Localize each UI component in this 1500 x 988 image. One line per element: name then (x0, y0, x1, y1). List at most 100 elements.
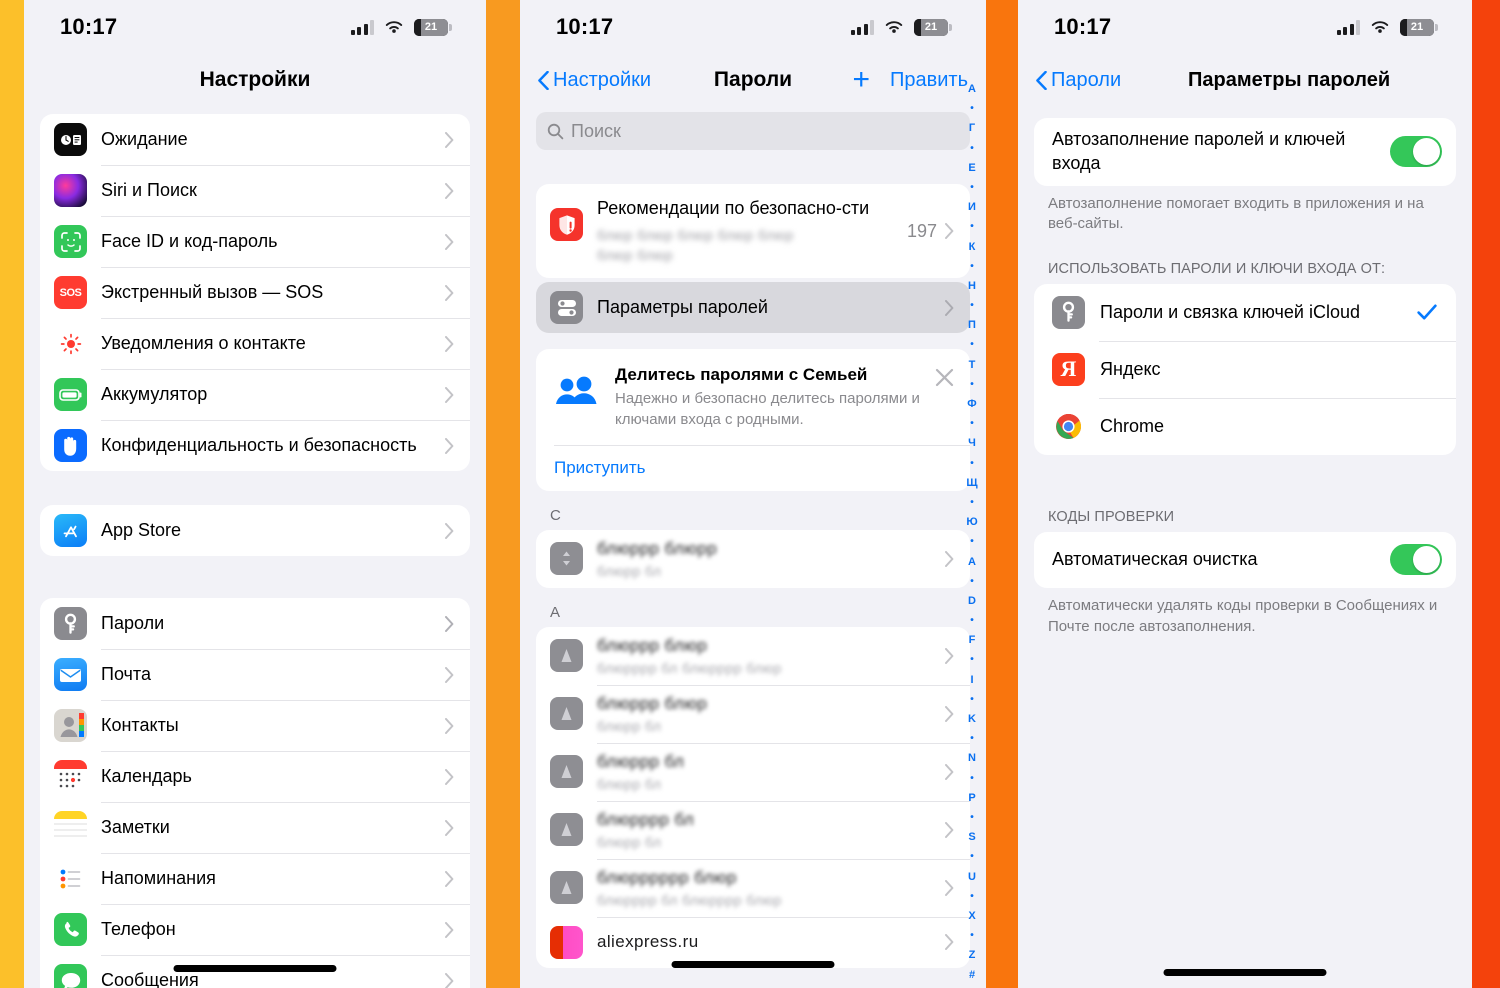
sidebar-item-reminders[interactable]: Напоминания (40, 853, 470, 904)
home-indicator[interactable] (1163, 969, 1327, 976)
index-dot[interactable]: • (970, 301, 974, 311)
passwords-key-icon (1052, 295, 1085, 329)
search-input[interactable]: Поиск (536, 112, 970, 150)
index-letter[interactable]: Ч (968, 438, 976, 449)
index-letter-hash[interactable]: # (969, 970, 975, 981)
index-letter[interactable]: К (969, 241, 976, 253)
list-item[interactable]: блюррр бл блюрр бл (536, 742, 970, 801)
security-recommendations-row[interactable]: Рекомендации по безопасно-сти блюр блюр … (536, 184, 970, 278)
index-letter[interactable]: Е (968, 162, 975, 174)
index-letter[interactable]: Z (969, 950, 976, 961)
back-button-settings[interactable]: Настройки (538, 69, 651, 92)
home-indicator[interactable] (173, 965, 337, 972)
autofill-switch[interactable] (1390, 136, 1442, 168)
index-dot[interactable]: • (970, 734, 974, 744)
index-dot[interactable]: • (970, 537, 974, 547)
index-letter[interactable]: P (968, 792, 975, 804)
index-dot[interactable]: • (970, 655, 974, 665)
sidebar-item-battery[interactable]: Аккумулятор (40, 369, 470, 420)
sidebar-item-app-store[interactable]: App Store (40, 505, 470, 556)
index-letter[interactable]: F (969, 635, 976, 646)
sidebar-item-contacts[interactable]: Контакты (40, 700, 470, 751)
index-dot[interactable]: • (970, 931, 974, 941)
index-dot[interactable]: • (970, 182, 974, 193)
passwords-scroll-body[interactable]: Поиск Рекомендации по безопасно-сти блюр… (520, 106, 986, 988)
index-letter[interactable]: А (968, 556, 976, 568)
sidebar-item-notes[interactable]: Заметки (40, 802, 470, 853)
index-dot[interactable]: • (970, 143, 974, 154)
sidebar-item-standby[interactable]: Ожидание (40, 114, 470, 165)
index-dot[interactable]: • (970, 773, 974, 784)
sidebar-item-label: Почта (101, 664, 151, 684)
edit-button[interactable]: Править (890, 69, 968, 92)
index-dot[interactable]: • (970, 891, 974, 902)
list-item[interactable]: блюррр блюр блюрр бл (536, 684, 970, 743)
index-letter[interactable]: Ф (967, 399, 976, 410)
index-dot[interactable]: • (970, 576, 974, 587)
nav-bar-settings: Настройки (24, 54, 486, 106)
sidebar-item-phone[interactable]: Телефон (40, 904, 470, 955)
index-dot[interactable]: • (970, 458, 974, 469)
sidebar-item-faceid[interactable]: Face ID и код-пароль (40, 216, 470, 267)
index-dot[interactable]: • (970, 497, 974, 508)
index-letter[interactable]: U (968, 871, 976, 883)
index-dot[interactable]: • (970, 261, 974, 272)
index-letter[interactable]: S (968, 832, 975, 843)
add-password-button[interactable]: + (852, 65, 870, 95)
sidebar-item-sos[interactable]: SOS Экстренный вызов — SOS (40, 267, 470, 318)
status-time: 10:17 (556, 14, 614, 39)
settings-scroll-body[interactable]: Ожидание Siri и Поиск Face ID и код-паро… (24, 106, 486, 988)
index-letter[interactable]: X (968, 910, 975, 922)
index-letter[interactable]: Щ (966, 477, 977, 489)
sidebar-item-passwords[interactable]: Пароли (40, 598, 470, 649)
index-dot[interactable]: • (970, 852, 974, 862)
alphabet-index-bar[interactable]: А • Г • Е • И • К • Н • П • Т • Ф • Ч • … (963, 84, 981, 982)
index-letter[interactable]: И (968, 202, 976, 213)
index-letter[interactable]: Н (968, 280, 976, 292)
index-letter[interactable]: I (970, 674, 973, 686)
autofill-toggle-row[interactable]: Автозаполнение паролей и ключей входа (1034, 118, 1456, 186)
index-dot[interactable]: • (970, 419, 974, 429)
list-item[interactable]: блюрррррр блюр блюрррр бл блюрррр блюр (536, 858, 970, 917)
index-letter[interactable]: А (968, 84, 976, 95)
sidebar-item-calendar[interactable]: Календарь (40, 751, 470, 802)
sidebar-item-siri[interactable]: Siri и Поиск (40, 165, 470, 216)
password-options-scroll-body[interactable]: Автозаполнение паролей и ключей входа Ав… (1018, 106, 1472, 988)
index-letter[interactable]: Т (969, 359, 976, 371)
get-started-button[interactable]: Приступить (536, 446, 970, 491)
list-item[interactable]: aliexpress.ru (536, 916, 970, 968)
home-indicator[interactable] (671, 961, 835, 968)
index-dot[interactable]: • (970, 340, 974, 350)
list-item[interactable]: блюрррр бл блюрр бл (536, 800, 970, 859)
sidebar-item-mail[interactable]: Почта (40, 649, 470, 700)
sidebar-item-contact-notifications[interactable]: Уведомления о контакте (40, 318, 470, 369)
index-dot[interactable]: • (970, 694, 974, 705)
index-dot[interactable]: • (970, 222, 974, 232)
battery-level: 21 (1410, 21, 1424, 33)
index-letter[interactable]: K (968, 714, 976, 725)
index-dot[interactable]: • (970, 104, 974, 114)
index-dot[interactable]: • (970, 616, 974, 626)
list-item-password-options[interactable]: Параметры паролей (536, 282, 970, 333)
list-item[interactable]: блюррр блюр блюрррр бл блюрррр блюр (536, 627, 970, 685)
index-letter[interactable]: П (968, 320, 976, 331)
index-letter[interactable]: D (968, 595, 976, 607)
sidebar-item-label: Телефон (101, 919, 176, 939)
list-item[interactable]: блюррр блюрр блюрр бл (536, 530, 970, 588)
sidebar-item-privacy[interactable]: Конфиденциальность и безопасность (40, 420, 470, 471)
index-dot[interactable]: • (970, 379, 974, 390)
chevron-right-icon (445, 131, 454, 148)
provider-item-yandex[interactable]: Я Яндекс (1034, 340, 1456, 398)
phone-panel-passwords: 10:17 21 Настройки Пароли + Править Поис… (520, 0, 986, 988)
close-icon[interactable] (934, 365, 956, 430)
index-letter[interactable]: N (968, 753, 976, 764)
index-letter[interactable]: Ю (966, 517, 977, 528)
provider-item-chrome[interactable]: Chrome (1034, 397, 1456, 455)
autoclean-toggle-row[interactable]: Автоматическая очистка (1034, 532, 1456, 588)
autoclean-switch[interactable] (1390, 544, 1442, 576)
generic-app-icon (550, 697, 583, 731)
index-dot[interactable]: • (970, 812, 974, 823)
back-button-passwords[interactable]: Пароли (1036, 69, 1121, 92)
index-letter[interactable]: Г (969, 123, 975, 134)
provider-item-icloud[interactable]: Пароли и связка ключей iCloud (1034, 284, 1456, 341)
